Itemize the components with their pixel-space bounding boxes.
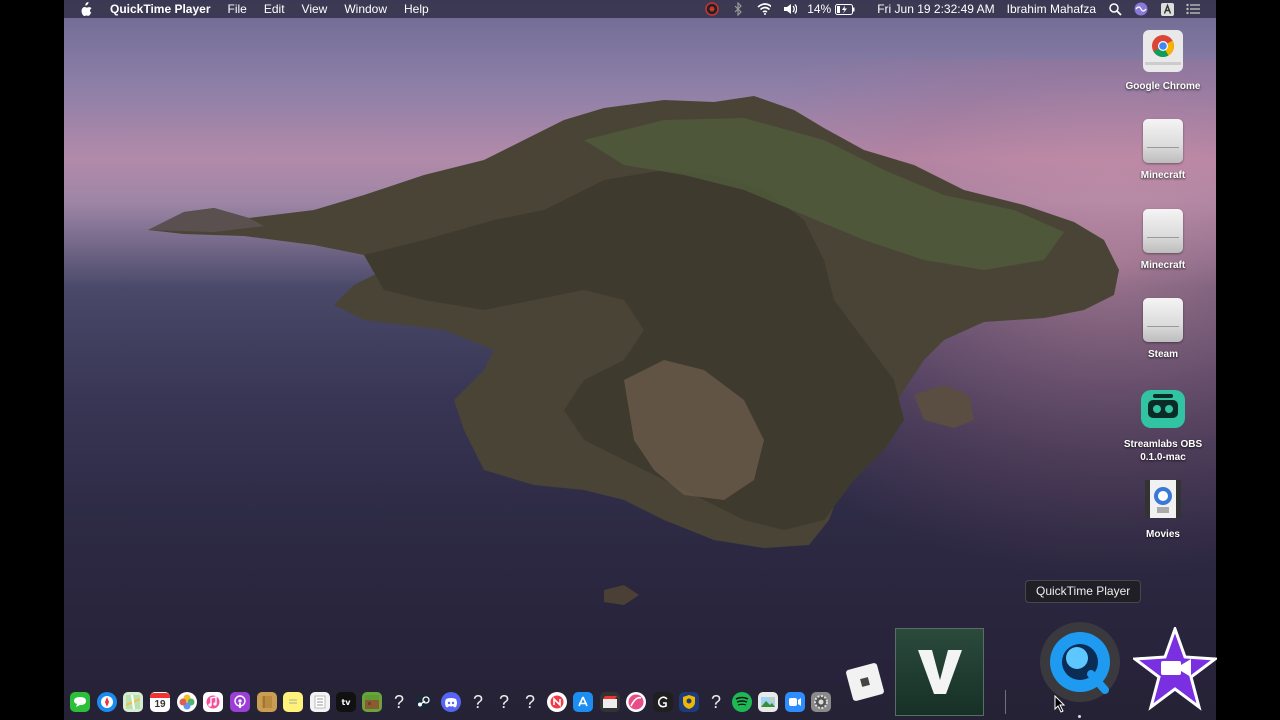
dock-news-icon[interactable] xyxy=(547,692,567,712)
dock-zoom-icon[interactable] xyxy=(785,692,805,712)
dock-apple-tv-icon[interactable]: tv xyxy=(336,692,356,712)
menu-file[interactable]: File xyxy=(228,0,247,18)
dock-running-indicator xyxy=(1078,715,1081,718)
screen-recording-icon[interactable] xyxy=(705,2,719,16)
dock-spotify-icon[interactable] xyxy=(732,692,752,712)
dock-safari-icon[interactable] xyxy=(97,692,117,712)
desktop-icon-label-line2: 0.1.0-mac xyxy=(1140,452,1186,463)
dock-imovie-small-icon[interactable] xyxy=(600,692,620,712)
siri-icon[interactable] xyxy=(1134,2,1148,16)
calendar-day: 19 xyxy=(154,699,166,710)
menu-window[interactable]: Window xyxy=(344,0,387,18)
desktop-icon-label: Movies xyxy=(1146,529,1180,540)
dock-discord-icon[interactable] xyxy=(441,692,461,712)
dock-podcasts-icon[interactable] xyxy=(230,692,250,712)
menubar-clock[interactable]: Fri Jun 19 2:32:49 AM xyxy=(877,0,994,18)
desktop-icon-label: Google Chrome xyxy=(1125,81,1201,92)
battery-percent[interactable]: 14% xyxy=(807,0,831,18)
desktop-wallpaper xyxy=(64,0,1216,720)
mouse-cursor xyxy=(1054,694,1066,718)
dock-unknown-app-5[interactable]: ? xyxy=(706,692,726,712)
dock-stickies-icon[interactable] xyxy=(283,692,303,712)
dock-unknown-app-2[interactable]: ? xyxy=(468,692,488,712)
dock-minecraft-icon[interactable] xyxy=(362,692,382,712)
menu-help[interactable]: Help xyxy=(404,0,429,18)
app-menu-quicktime[interactable]: QuickTime Player xyxy=(110,0,211,18)
dock-calendar-icon[interactable]: 19 xyxy=(150,692,170,712)
dock-unknown-app-4[interactable]: ? xyxy=(520,692,540,712)
movies-icon xyxy=(1139,476,1187,524)
dock-roblox-icon[interactable] xyxy=(843,660,887,704)
user-name[interactable]: Ibrahim Mahafza xyxy=(1007,0,1096,18)
dock-unknown-app-1[interactable]: ? xyxy=(389,692,409,712)
dock-shield-game-icon[interactable] xyxy=(679,692,699,712)
dock-maps-icon[interactable] xyxy=(123,692,143,712)
dock-messages-icon[interactable] xyxy=(70,692,90,712)
apple-menu-icon[interactable] xyxy=(78,1,94,17)
desktop-icon-minecraft-1[interactable]: Minecraft xyxy=(1113,117,1213,182)
desktop-icon-streamlabs-obs[interactable]: Streamlabs OBS 0.1.0-mac xyxy=(1113,386,1213,464)
drive-icon xyxy=(1139,207,1187,255)
desktop-icon-label: Minecraft xyxy=(1140,170,1186,181)
dock-app-store-icon[interactable] xyxy=(573,692,593,712)
battery-charging-icon[interactable] xyxy=(835,2,855,16)
desktop-icon-label: Steam xyxy=(1147,349,1178,360)
dock-image-app-icon[interactable] xyxy=(758,692,778,712)
spotlight-search-icon[interactable] xyxy=(1108,2,1122,16)
menu-bar: QuickTime Player File Edit View Window H… xyxy=(64,0,1216,18)
dock-photos-icon[interactable] xyxy=(177,692,197,712)
dock-notebook-icon[interactable] xyxy=(257,692,277,712)
island-wallpaper-art xyxy=(148,96,1119,605)
wifi-icon[interactable] xyxy=(757,2,772,16)
dock-g-app-icon[interactable] xyxy=(653,692,673,712)
dock-tooltip: QuickTime Player xyxy=(1025,580,1142,603)
desktop-icon-minecraft-2[interactable]: Minecraft xyxy=(1113,207,1213,272)
notification-center-icon[interactable] xyxy=(1186,2,1200,16)
desktop-icon-google-chrome[interactable]: Google Chrome xyxy=(1113,28,1213,93)
dock-system-preferences-icon[interactable] xyxy=(811,692,831,712)
dock-steam-icon[interactable] xyxy=(413,692,433,712)
dock-textedit-icon[interactable] xyxy=(310,692,330,712)
menu-edit[interactable]: Edit xyxy=(264,0,285,18)
dock-itunes-icon[interactable] xyxy=(203,692,223,712)
desktop-icon-label: Minecraft xyxy=(1140,260,1186,271)
input-source-icon[interactable] xyxy=(1160,2,1174,16)
dock-browser-icon[interactable] xyxy=(626,692,646,712)
desktop-icon-movies[interactable]: Movies xyxy=(1113,476,1213,541)
chrome-icon xyxy=(1139,28,1187,76)
dock-imovie-icon[interactable] xyxy=(1130,624,1220,711)
desktop-icon-label-line1: Streamlabs OBS xyxy=(1123,439,1203,450)
dock-quicktime-icon[interactable] xyxy=(1037,620,1123,706)
dock-vectorize-app-icon[interactable] xyxy=(895,628,984,716)
drive-icon xyxy=(1139,296,1187,344)
menu-view[interactable]: View xyxy=(302,0,328,18)
svg-text:tv: tv xyxy=(341,698,351,707)
dock-separator xyxy=(1005,690,1006,714)
streamlabs-icon xyxy=(1139,386,1187,434)
desktop-icon-steam[interactable]: Steam xyxy=(1113,296,1213,361)
volume-icon[interactable] xyxy=(783,2,798,16)
bluetooth-icon[interactable] xyxy=(731,2,745,16)
dock-unknown-app-3[interactable]: ? xyxy=(494,692,514,712)
drive-icon xyxy=(1139,117,1187,165)
